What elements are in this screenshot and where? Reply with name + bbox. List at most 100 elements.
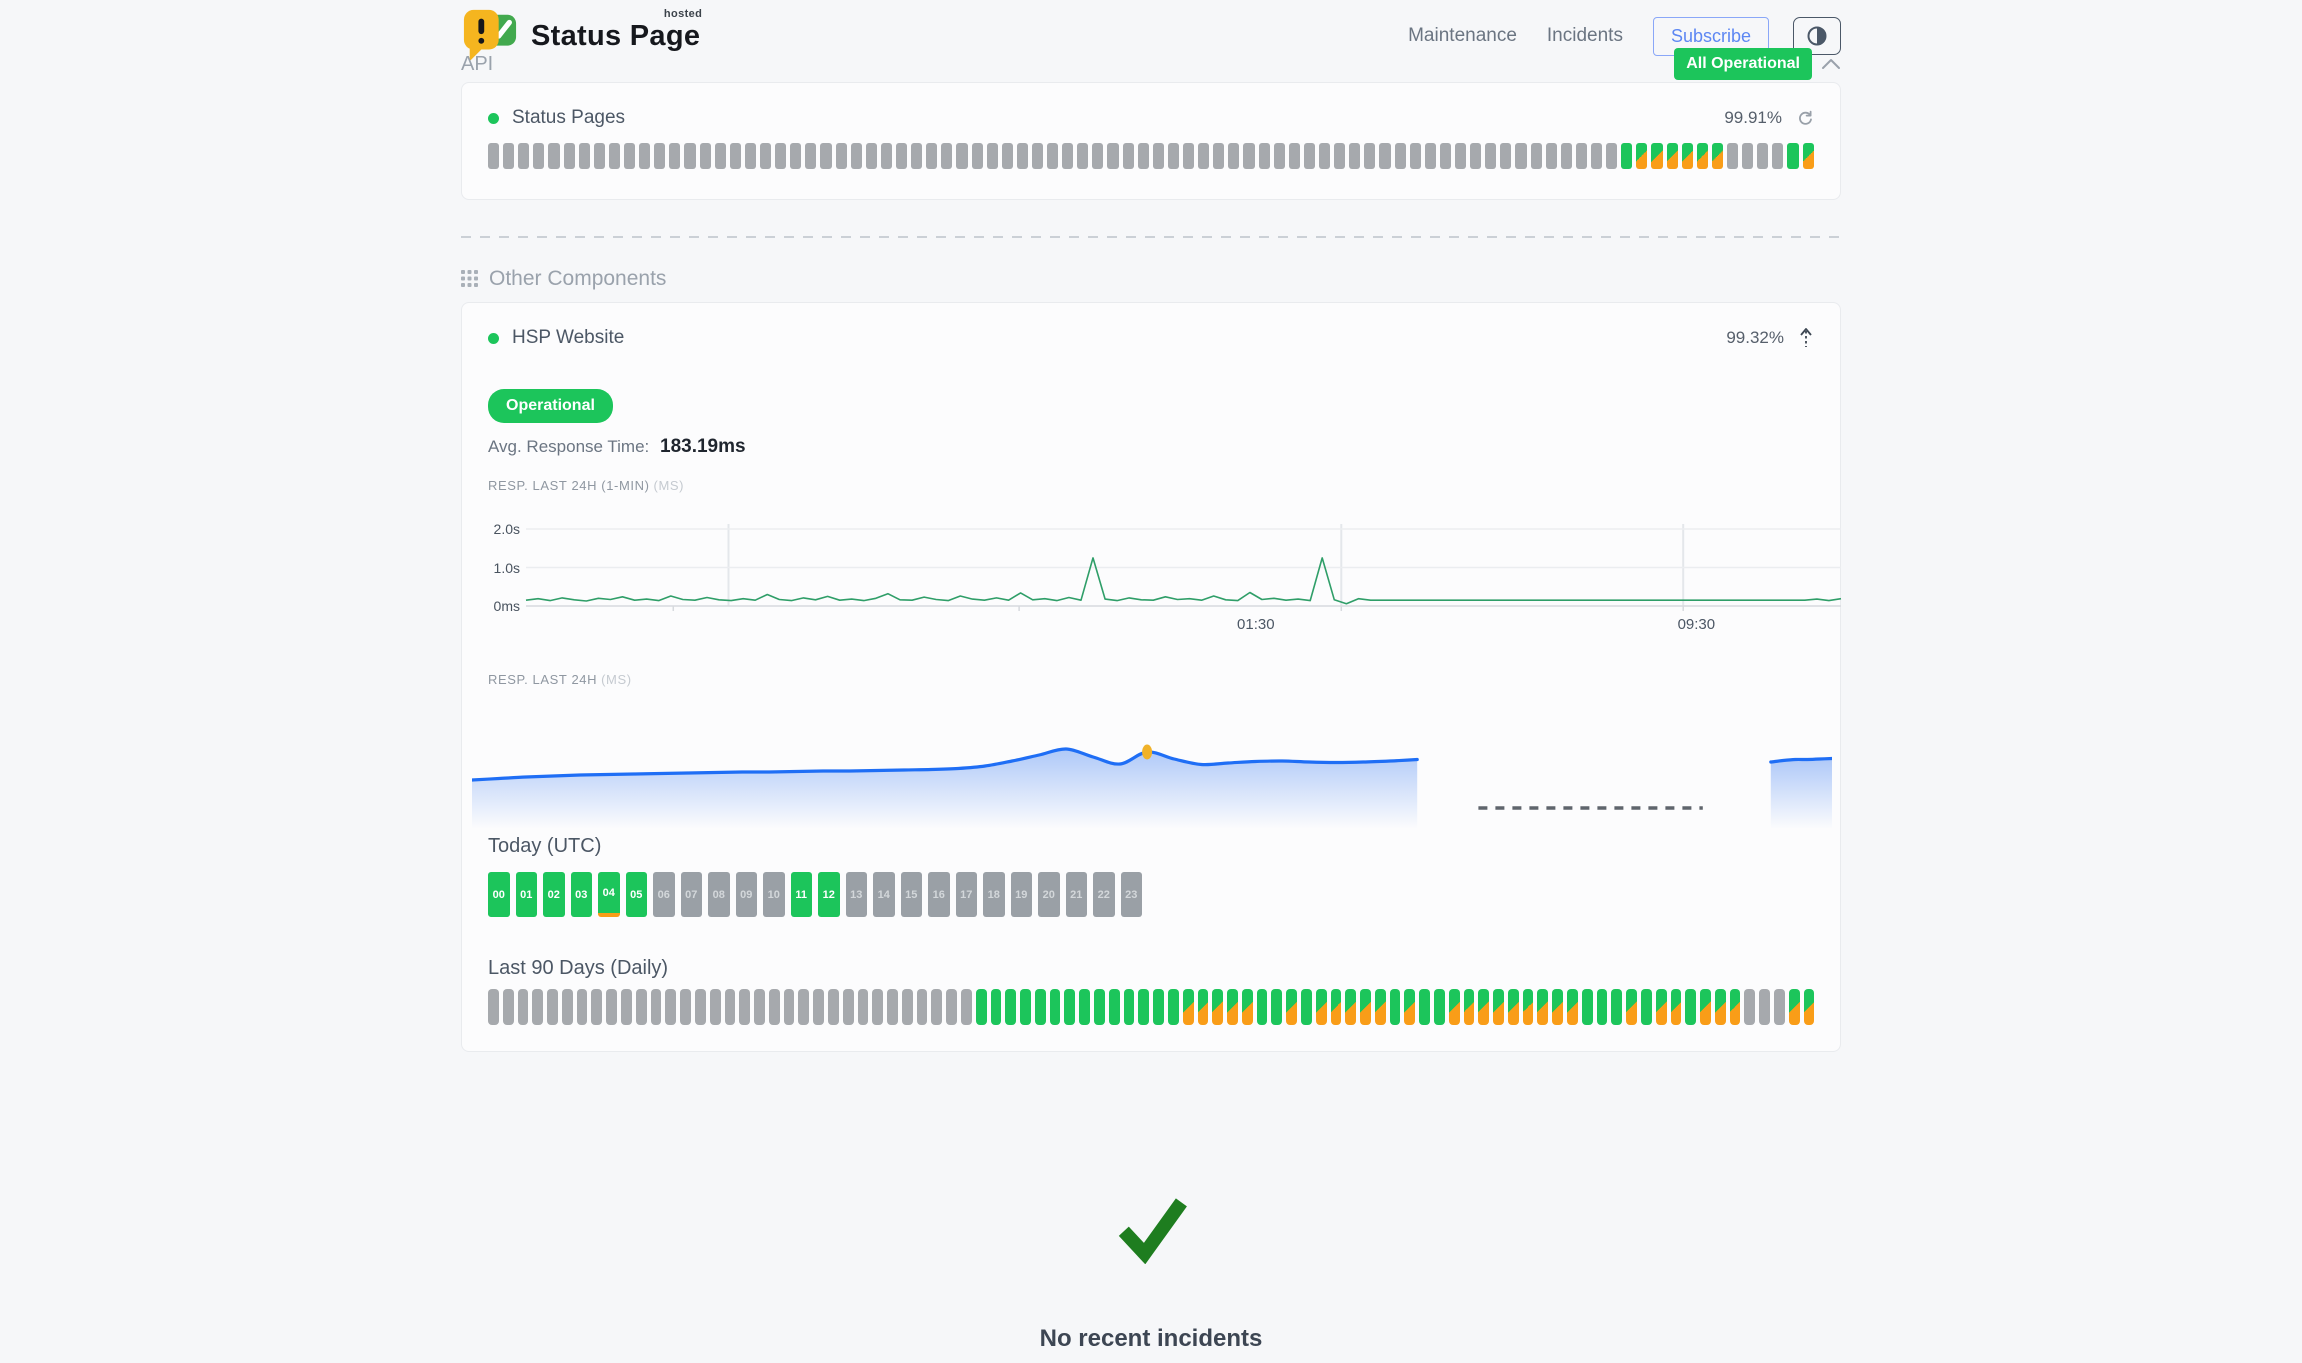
uptime-bar[interactable] [1508, 989, 1519, 1025]
uptime-bar[interactable] [1523, 989, 1534, 1025]
uptime-bar[interactable] [798, 989, 809, 1025]
uptime-bar[interactable] [1319, 143, 1330, 169]
uptime-bar[interactable] [1107, 143, 1118, 169]
uptime-bar[interactable] [1464, 989, 1475, 1025]
uptime-bar[interactable] [1153, 989, 1164, 1025]
uptime-bar[interactable] [1546, 143, 1557, 169]
hour-block-17[interactable]: 17 [956, 872, 978, 917]
uptime-bar[interactable] [1671, 989, 1682, 1025]
uptime-bar[interactable] [1094, 989, 1105, 1025]
uptime-bar[interactable] [1419, 989, 1430, 1025]
uptime-bar[interactable] [1787, 143, 1798, 169]
uptime-bar[interactable] [680, 989, 691, 1025]
uptime-bar[interactable] [1331, 989, 1342, 1025]
uptime-bar[interactable] [1092, 143, 1103, 169]
nav-maintenance[interactable]: Maintenance [1408, 25, 1517, 47]
hour-block-15[interactable]: 15 [901, 872, 923, 917]
uptime-bar[interactable] [488, 143, 499, 169]
uptime-bar[interactable] [1242, 989, 1253, 1025]
uptime-bar[interactable] [1124, 989, 1135, 1025]
hour-block-00[interactable]: 00 [488, 872, 510, 917]
uptime-bar[interactable] [533, 143, 544, 169]
uptime-bar[interactable] [1304, 143, 1315, 169]
uptime-bar[interactable] [1375, 989, 1386, 1025]
uptime-bar[interactable] [1153, 143, 1164, 169]
uptime-bar[interactable] [1035, 989, 1046, 1025]
uptime-bar[interactable] [1715, 989, 1726, 1025]
uptime-bar[interactable] [1301, 989, 1312, 1025]
uptime-bar[interactable] [902, 989, 913, 1025]
uptime-bar[interactable] [606, 989, 617, 1025]
uptime-bar[interactable] [1395, 143, 1406, 169]
uptime-bar[interactable] [1759, 989, 1770, 1025]
uptime-bar[interactable] [1621, 143, 1632, 169]
uptime-bar[interactable] [1274, 143, 1285, 169]
hour-block-16[interactable]: 16 [928, 872, 950, 917]
uptime-bar[interactable] [1289, 143, 1300, 169]
uptime-bar[interactable] [710, 989, 721, 1025]
uptime-bar[interactable] [760, 143, 771, 169]
uptime-bar[interactable] [1685, 989, 1696, 1025]
hour-block-06[interactable]: 06 [653, 872, 675, 917]
uptime-bar[interactable] [695, 989, 706, 1025]
uptime-bar[interactable] [1198, 989, 1209, 1025]
uptime-bar[interactable] [1079, 989, 1090, 1025]
uptime-bar[interactable] [1804, 989, 1815, 1025]
uptime-bar[interactable] [1062, 143, 1073, 169]
uptime-bar[interactable] [1700, 989, 1711, 1025]
uptime-bar[interactable] [987, 143, 998, 169]
uptime-bar[interactable] [754, 989, 765, 1025]
hour-block-02[interactable]: 02 [543, 872, 565, 917]
uptime-bar[interactable] [1077, 143, 1088, 169]
uptime-bar[interactable] [851, 143, 862, 169]
brand-logo[interactable]: hosted Status Page [461, 8, 700, 64]
uptime-bar[interactable] [1017, 143, 1028, 169]
uptime-bar[interactable] [730, 143, 741, 169]
uptime-bar[interactable] [1803, 143, 1814, 169]
uptime-bar[interactable] [1636, 143, 1647, 169]
nav-incidents[interactable]: Incidents [1547, 25, 1623, 47]
uptime-bar[interactable] [820, 143, 831, 169]
uptime-bar[interactable] [1390, 989, 1401, 1025]
collapse-chevron-up-icon[interactable] [1821, 58, 1841, 70]
hour-block-18[interactable]: 18 [983, 872, 1005, 917]
uptime-bar[interactable] [503, 989, 514, 1025]
uptime-bar[interactable] [1651, 143, 1662, 169]
uptime-bar[interactable] [547, 989, 558, 1025]
uptime-bar[interactable] [1730, 989, 1741, 1025]
uptime-bar[interactable] [805, 143, 816, 169]
uptime-bar[interactable] [609, 143, 620, 169]
hour-block-13[interactable]: 13 [846, 872, 868, 917]
uptime-bar[interactable] [564, 143, 575, 169]
hour-block-10[interactable]: 10 [763, 872, 785, 917]
uptime-bar[interactable] [1500, 143, 1511, 169]
hour-block-05[interactable]: 05 [626, 872, 648, 917]
uptime-bar[interactable] [684, 143, 695, 169]
uptime-bar[interactable] [654, 143, 665, 169]
uptime-bar[interactable] [1425, 143, 1436, 169]
uptime-bar[interactable] [1455, 143, 1466, 169]
hour-block-21[interactable]: 21 [1066, 872, 1088, 917]
uptime-bar[interactable] [1345, 989, 1356, 1025]
uptime-bar[interactable] [1789, 989, 1800, 1025]
hour-block-19[interactable]: 19 [1011, 872, 1033, 917]
uptime-bar[interactable] [577, 989, 588, 1025]
uptime-bar[interactable] [828, 989, 839, 1025]
uptime-bar[interactable] [532, 989, 543, 1025]
uptime-bar[interactable] [725, 989, 736, 1025]
uptime-bar[interactable] [843, 989, 854, 1025]
uptime-bar[interactable] [896, 143, 907, 169]
uptime-bar[interactable] [836, 143, 847, 169]
uptime-bar[interactable] [639, 143, 650, 169]
hour-block-23[interactable]: 23 [1121, 872, 1143, 917]
uptime-bar[interactable] [700, 143, 711, 169]
uptime-bar[interactable] [1138, 989, 1149, 1025]
uptime-bar[interactable] [1485, 143, 1496, 169]
uptime-bar[interactable] [790, 143, 801, 169]
uptime-bar[interactable] [1712, 143, 1723, 169]
uptime-bar[interactable] [972, 143, 983, 169]
uptime-bar[interactable] [1434, 989, 1445, 1025]
uptime-bar[interactable] [579, 143, 590, 169]
uptime-bar[interactable] [926, 143, 937, 169]
uptime-bar[interactable] [1567, 989, 1578, 1025]
